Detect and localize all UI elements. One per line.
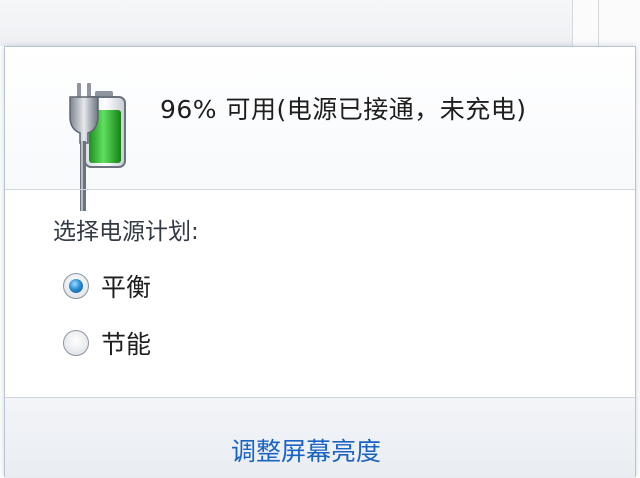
battery-plugged-icon bbox=[69, 83, 126, 211]
power-plan-balanced-option[interactable]: 平衡 bbox=[63, 268, 151, 304]
power-plan-balanced-label: 平衡 bbox=[101, 273, 152, 302]
power-plan-label: 选择电源计划: bbox=[53, 219, 199, 245]
power-status-text: 96% 可用(电源已接通，未充电) bbox=[160, 95, 527, 124]
radio-button-saver[interactable] bbox=[63, 330, 89, 356]
adjust-brightness-link[interactable]: 调整屏幕亮度 bbox=[231, 432, 381, 468]
power-plan-saver-label: 节能 bbox=[101, 330, 152, 359]
flyout-footer: 调整屏幕亮度 bbox=[5, 397, 635, 478]
window-background bbox=[0, 0, 640, 46]
status-divider bbox=[5, 189, 635, 190]
power-status-panel: 96% 可用(电源已接通，未充电) bbox=[5, 47, 635, 211]
power-flyout: 96% 可用(电源已接通，未充电) 选择电源计划: 平衡 节能 调整屏幕亮度 bbox=[4, 46, 636, 478]
radio-button-balanced[interactable] bbox=[63, 273, 89, 299]
window-edge-divider bbox=[598, 0, 599, 46]
window-edge bbox=[572, 0, 640, 46]
power-plan-saver-option[interactable]: 节能 bbox=[63, 325, 151, 361]
